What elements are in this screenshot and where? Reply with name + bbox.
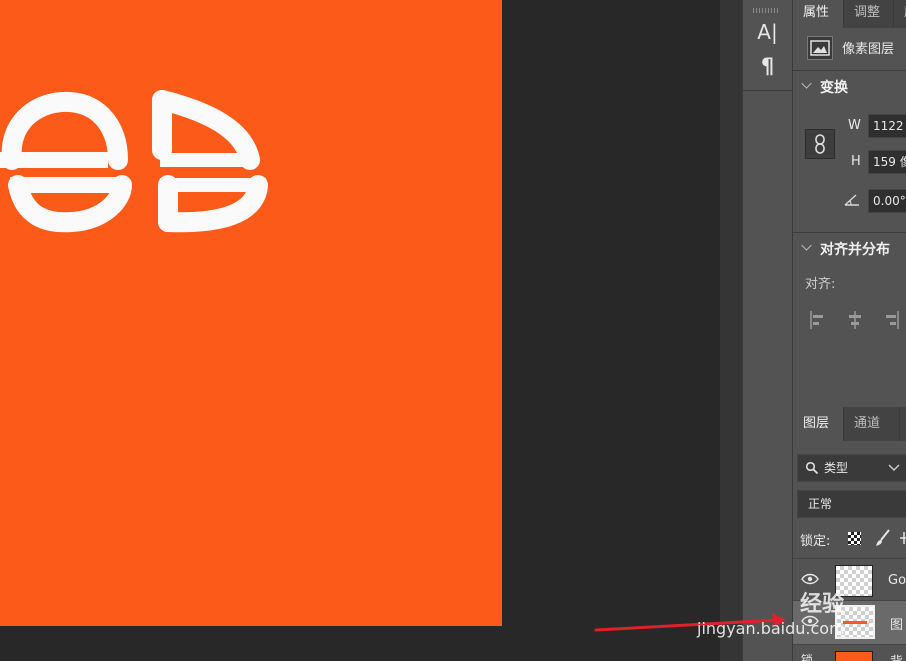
transform-title: 变换 [820,80,848,96]
layer-thumbnail [835,651,873,661]
tab-channels[interactable]: 通道 [843,407,899,441]
width-label: W [848,118,861,133]
chevron-down-icon [888,464,900,471]
layer-name: 图 [890,618,904,633]
character-panel-icon[interactable]: A| [743,20,792,44]
lock-status-label: 锁 [801,653,814,661]
layer-name: 背 [890,651,903,661]
search-icon [805,461,819,475]
angle-field[interactable]: 0.00° [868,189,906,213]
tab-properties[interactable]: 属性 [793,0,843,28]
lock-transparent-icon[interactable] [848,532,861,545]
align-title: 对齐并分布 [820,242,890,258]
chevron-down-icon [801,240,812,251]
angle-icon [844,194,859,206]
tab-layers[interactable]: 图层 [793,407,843,441]
document-canvas[interactable] [0,0,502,626]
lock-move-icon[interactable] [899,531,906,545]
height-label: H [851,154,861,169]
photoshop-window: A| ¶ 属性 调整 库 像素图层 变换 [0,0,906,661]
layer-row[interactable]: 锁 背 [793,644,906,661]
align-right-icon[interactable] [882,310,900,330]
panel-grip[interactable] [753,8,779,13]
layer-name: Goo [888,573,906,588]
link-dimensions-button[interactable] [805,129,835,159]
align-center-icon[interactable] [846,310,864,330]
layers-tabbar: 图层 通道 路径 [793,407,906,441]
canvas-artwork [0,90,268,233]
tool-strip-divider [743,90,792,91]
transform-section-header[interactable]: 变换 [793,70,906,103]
properties-tabbar: 属性 调整 库 [793,0,906,28]
eye-icon[interactable] [801,573,819,585]
watermark-logo: 经验 [800,592,845,617]
width-field[interactable]: 1122 像 [868,114,906,138]
tab-paths[interactable]: 路径 [899,407,906,441]
paragraph-panel-icon[interactable]: ¶ [743,54,792,78]
panel-tool-strip: A| ¶ [742,0,793,661]
layer-kind-label: 像素图层 [842,42,895,57]
right-panels: 属性 调整 库 像素图层 变换 W 1122 像 H 159 像 [793,0,906,661]
tab-libraries[interactable]: 库 [893,0,906,28]
canvas-workspace[interactable] [0,0,720,661]
align-left-icon[interactable] [809,310,827,330]
chain-link-icon [815,134,825,154]
watermark-url: jingyan.baidu.com [697,619,845,638]
lock-label: 锁定: [800,534,831,549]
pixel-layer-icon [807,36,833,60]
align-label: 对齐: [805,277,836,292]
tab-adjustments[interactable]: 调整 [843,0,893,28]
lock-paint-brush-icon[interactable] [875,529,891,547]
chevron-down-icon [801,78,812,89]
workspace-gutter [720,0,742,661]
blend-mode-select[interactable]: 正常 [797,490,906,518]
height-field[interactable]: 159 像 [868,150,906,174]
align-section-header[interactable]: 对齐并分布 [793,232,906,265]
